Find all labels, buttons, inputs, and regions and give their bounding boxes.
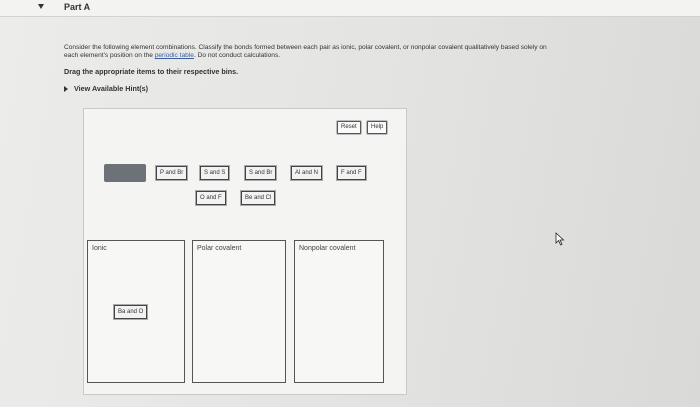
token-ba-and-o[interactable]: Ba and O xyxy=(114,305,148,319)
instructions-line-1: Consider the following element combinati… xyxy=(64,44,547,51)
periodic-table-link[interactable]: periodic table xyxy=(155,52,194,59)
bin-polar-covalent-label: Polar covalent xyxy=(197,245,242,252)
bin-polar-covalent[interactable]: Polar covalent xyxy=(192,240,286,383)
token-s-and-br[interactable]: S and Br xyxy=(245,166,277,180)
expand-triangle-icon xyxy=(64,86,68,93)
token-f-and-f[interactable]: F and F xyxy=(337,166,366,180)
instructions-line-2: each element's position on the xyxy=(64,52,155,59)
bin-nonpolar-covalent[interactable]: Nonpolar covalent xyxy=(294,240,384,383)
reset-button[interactable]: Reset xyxy=(337,121,361,134)
page: Part A Consider the following element co… xyxy=(0,0,700,407)
question-instructions: Consider the following element combinati… xyxy=(64,44,684,60)
part-title: Part A xyxy=(64,2,91,12)
bin-ionic-label: Ionic xyxy=(92,245,107,252)
token-al-and-n[interactable]: Al and N xyxy=(291,166,323,180)
bin-nonpolar-covalent-label: Nonpolar covalent xyxy=(299,245,356,252)
token-p-and-br[interactable]: P and Br xyxy=(156,166,188,180)
drag-instructions: Drag the appropriate items to their resp… xyxy=(64,67,239,76)
instructions-line-2-end: . Do not conduct calculations. xyxy=(193,52,281,59)
token-s-and-s[interactable]: S and S xyxy=(200,166,230,180)
view-hints-label: View Available Hint(s) xyxy=(74,84,149,93)
part-header[interactable]: Part A xyxy=(0,0,700,17)
token-o-and-f[interactable]: O and F xyxy=(196,191,226,205)
mouse-pointer-icon xyxy=(555,232,565,246)
help-button[interactable]: Help xyxy=(367,121,388,134)
token-slot-placeholder xyxy=(104,164,146,182)
collapse-arrow-icon[interactable] xyxy=(38,4,44,9)
token-be-and-cl[interactable]: Be and Cl xyxy=(241,191,276,205)
view-hints-toggle[interactable]: View Available Hint(s) xyxy=(64,84,148,93)
